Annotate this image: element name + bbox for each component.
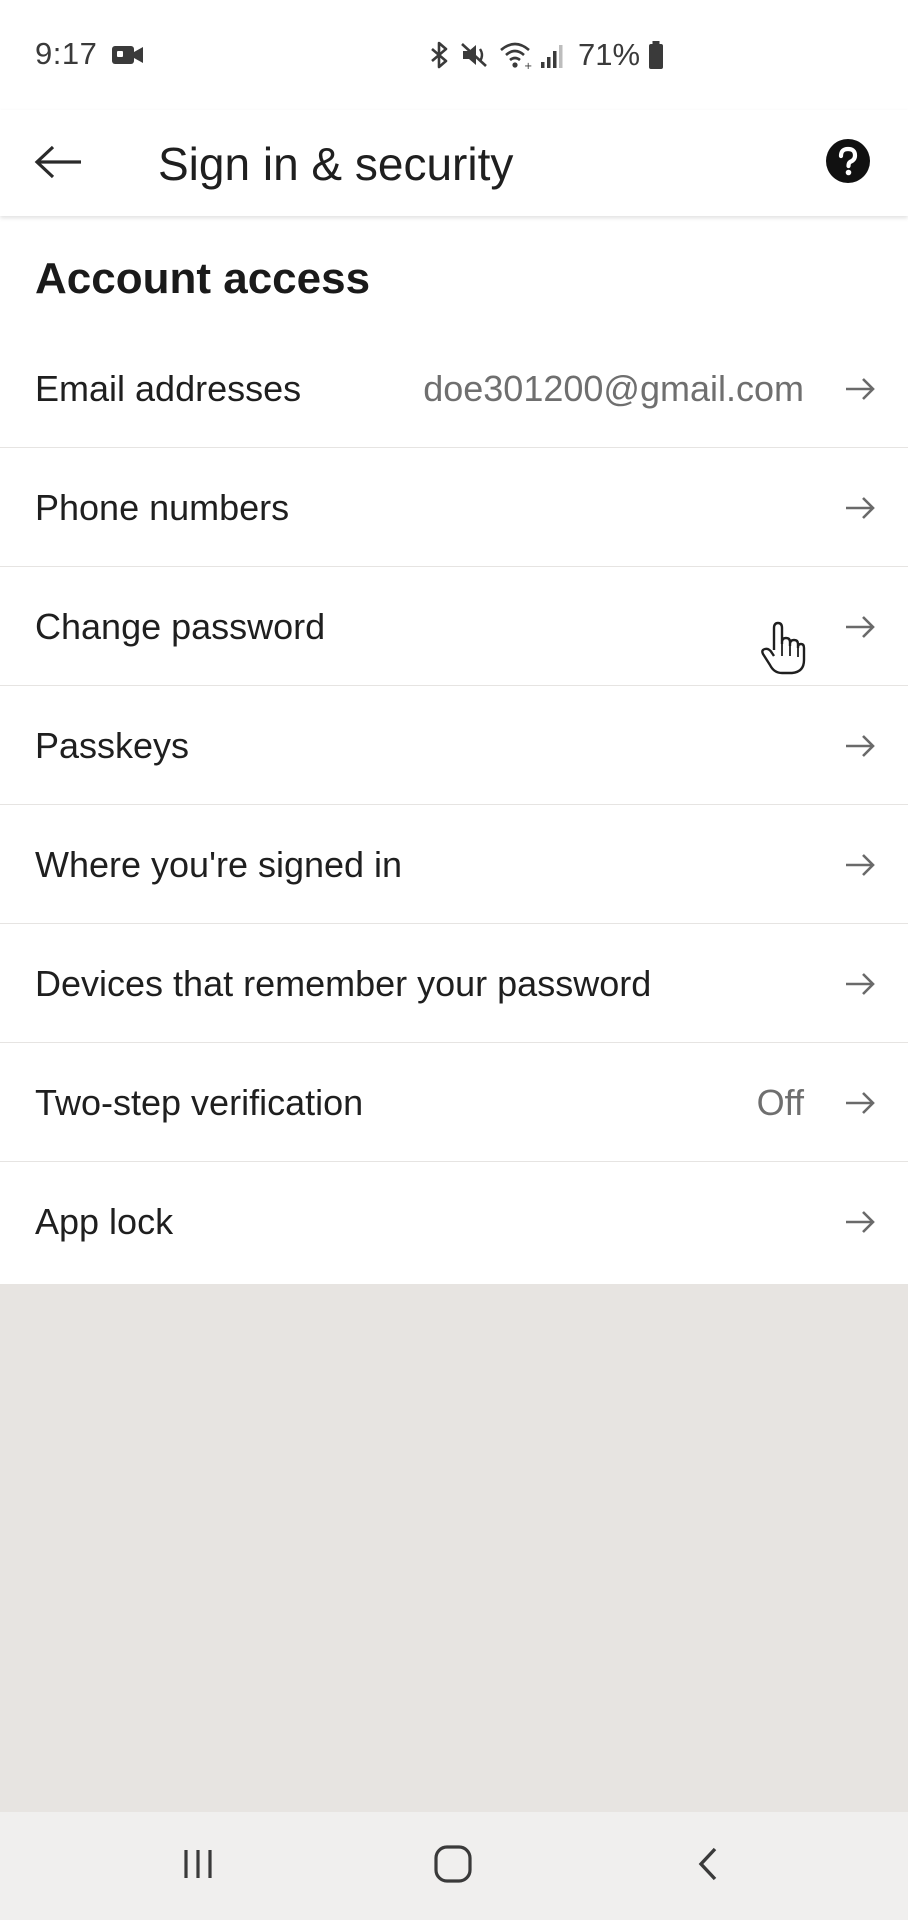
row-email-addresses[interactable]: Email addresses doe301200@gmail.com — [0, 329, 908, 448]
row-where-signed-in[interactable]: Where you're signed in — [0, 805, 908, 924]
battery-icon — [648, 41, 664, 69]
wifi-icon: + — [498, 40, 532, 70]
system-nav-bar — [0, 1812, 908, 1920]
arrow-right-icon — [842, 966, 878, 1002]
arrow-right-icon — [842, 1204, 878, 1240]
row-app-lock[interactable]: App lock — [0, 1162, 908, 1281]
help-circle-icon — [826, 138, 870, 188]
bluetooth-icon — [428, 40, 452, 70]
back-arrow-icon — [33, 144, 83, 185]
app-bar: Sign in & security — [0, 110, 908, 216]
mute-icon — [460, 40, 490, 70]
arrow-right-icon — [842, 728, 878, 764]
section-title: Account access — [35, 254, 371, 303]
row-label: App lock — [35, 1201, 174, 1242]
row-two-step-verification[interactable]: Two-step verification Off — [0, 1043, 908, 1162]
back-nav-button[interactable] — [676, 1834, 740, 1898]
hand-cursor-icon — [760, 620, 806, 676]
page-title: Sign in & security — [158, 138, 514, 190]
row-label: Where you're signed in — [35, 844, 403, 885]
arrow-right-icon — [842, 609, 878, 645]
account-access-panel: Account access Email addresses doe301200… — [0, 216, 908, 1284]
row-label: Passkeys — [35, 725, 190, 766]
row-value: doe301200@gmail.com — [423, 368, 804, 409]
battery-percent: 71% — [578, 37, 641, 72]
row-label: Devices that remember your password — [35, 963, 652, 1004]
arrow-right-icon — [842, 847, 878, 883]
recent-apps-button[interactable] — [166, 1834, 230, 1898]
arrow-right-icon — [842, 371, 878, 407]
back-button[interactable] — [26, 132, 90, 196]
arrow-right-icon — [842, 1085, 878, 1121]
back-icon — [693, 1844, 723, 1889]
settings-list: Email addresses doe301200@gmail.com Phon… — [0, 329, 908, 1281]
svg-text:+: + — [524, 61, 532, 70]
help-button[interactable] — [818, 133, 878, 193]
home-icon — [433, 1844, 473, 1889]
row-passkeys[interactable]: Passkeys — [0, 686, 908, 805]
row-value: Off — [756, 1082, 804, 1123]
row-devices-remember-password[interactable]: Devices that remember your password — [0, 924, 908, 1043]
status-icons: + 71% — [428, 36, 664, 74]
video-camera-icon — [112, 44, 144, 66]
home-button[interactable] — [421, 1834, 485, 1898]
row-label: Phone numbers — [35, 487, 290, 528]
status-bar: 9:17 + 71% — [0, 0, 908, 110]
row-phone-numbers[interactable]: Phone numbers — [0, 448, 908, 567]
arrow-right-icon — [842, 490, 878, 526]
status-time: 9:17 — [35, 36, 98, 71]
recent-apps-icon — [178, 1846, 218, 1887]
row-label: Two-step verification — [35, 1082, 364, 1123]
row-label: Change password — [35, 606, 326, 647]
row-label: Email addresses — [35, 368, 302, 409]
signal-icon — [540, 40, 566, 70]
